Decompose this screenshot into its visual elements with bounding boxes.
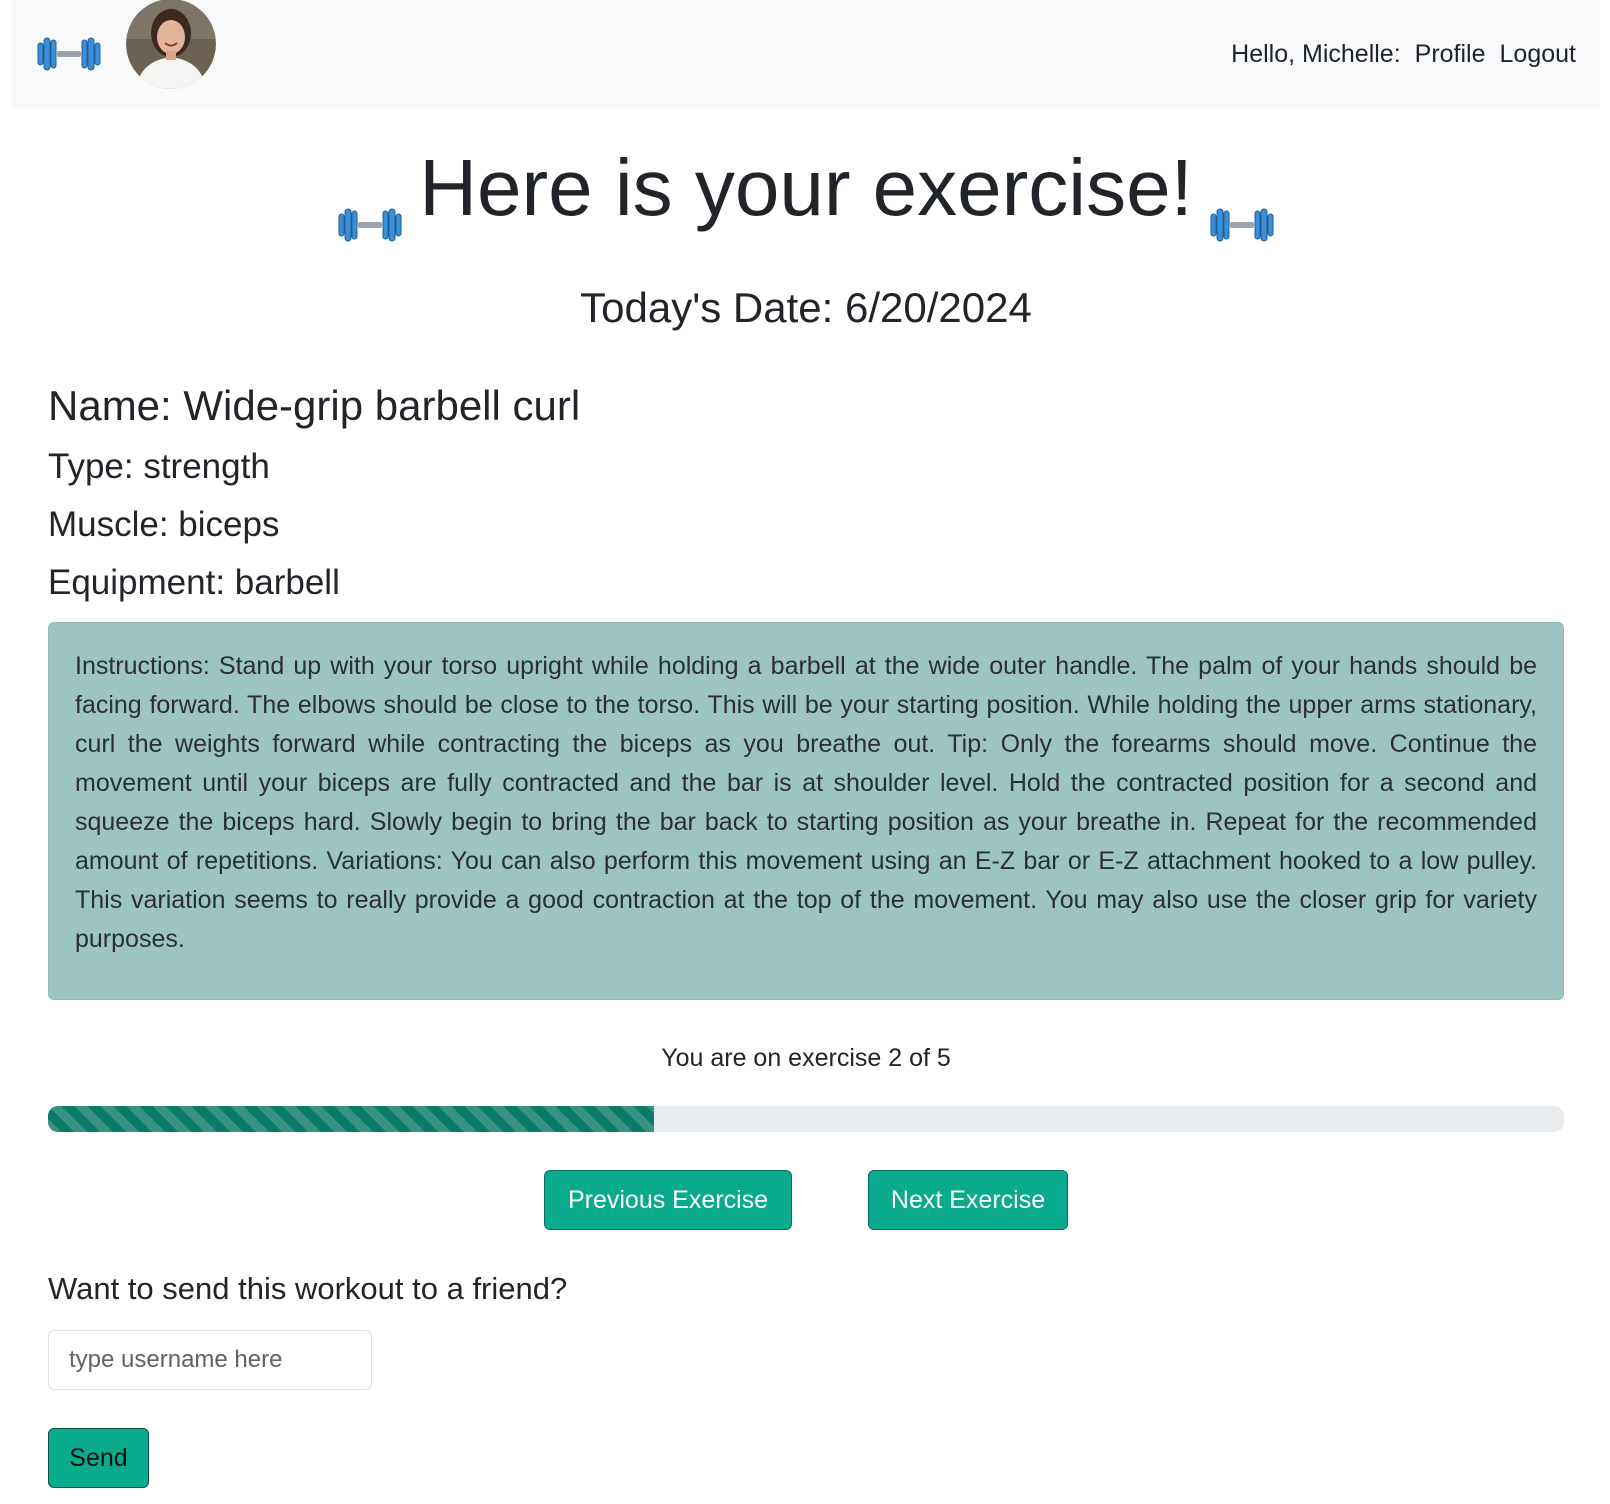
exercise-equipment: Equipment: barbell [48,563,340,602]
exercise-name: Name: Wide-grip barbell curl [48,382,581,429]
avatar[interactable] [126,0,216,89]
instructions-panel: Instructions: Stand up with your torso u… [48,622,1564,1000]
navbar-left [36,0,216,89]
exercise-navigation: Previous Exercise Next Exercise [48,1170,1564,1230]
progress-bar [48,1106,1564,1132]
navbar-right: Hello, Michelle: Profile Logout [1231,40,1576,69]
main-content: Here is your exercise! Today's Date: 6/2… [48,108,1564,1488]
previous-exercise-button[interactable]: Previous Exercise [544,1170,792,1230]
todays-date: Today's Date: 6/20/2024 [580,284,1032,331]
progress-label: You are on exercise 2 of 5 [661,1044,951,1072]
page-title-text: Here is your exercise! [419,143,1193,232]
share-workout-title: Want to send this workout to a friend? [48,1271,568,1306]
logout-link[interactable]: Logout [1500,40,1576,69]
profile-link[interactable]: Profile [1415,40,1486,69]
send-button[interactable]: Send [48,1428,149,1488]
top-navbar: Hello, Michelle: Profile Logout [12,0,1600,108]
page-title: Here is your exercise! [48,138,1564,242]
dumbbell-icon[interactable] [36,34,102,74]
exercise-type: Type: strength [48,447,270,486]
dumbbell-icon [337,168,403,242]
progress-bar-fill [48,1106,655,1132]
greeting-text: Hello, Michelle: [1231,39,1401,68]
exercise-muscle: Muscle: biceps [48,505,280,544]
next-exercise-button[interactable]: Next Exercise [868,1170,1068,1230]
username-input[interactable] [48,1330,372,1390]
dumbbell-icon [1209,168,1275,242]
